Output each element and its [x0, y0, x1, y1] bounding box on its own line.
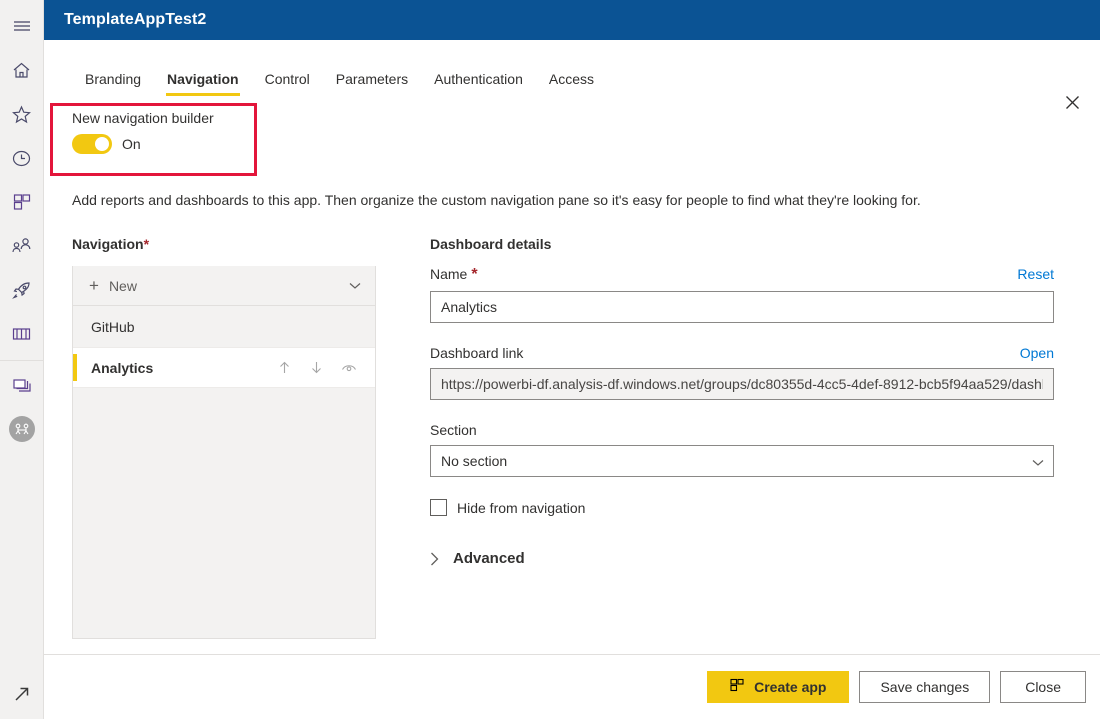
advanced-label: Advanced: [453, 550, 525, 567]
section-select-wrap: [430, 445, 1054, 477]
nav-list-item-label: Analytics: [91, 360, 153, 376]
tab-branding[interactable]: Branding: [72, 65, 154, 96]
sidebar-item-recent[interactable]: [0, 136, 44, 180]
name-label-row: Name * Reset: [430, 266, 1054, 284]
section-label: Section: [430, 422, 477, 438]
arrow-up-right-icon: [12, 684, 32, 709]
dashboard-link-field-group: Dashboard link Open: [430, 345, 1054, 400]
open-link[interactable]: Open: [1020, 345, 1054, 361]
section-field-group: Section: [430, 422, 1054, 477]
dialog-footer: Create app Save changes Close: [44, 654, 1100, 719]
app-titlebar: TemplateAppTest2: [44, 0, 1100, 40]
new-navigation-builder-block: New navigation builder On: [72, 110, 214, 154]
tab-control[interactable]: Control: [252, 65, 323, 96]
new-navigation-builder-row: On: [72, 134, 214, 154]
hide-eye-icon[interactable]: [341, 362, 357, 374]
nav-list-item-github[interactable]: GitHub: [73, 306, 375, 347]
close-dialog-button[interactable]: [1056, 88, 1088, 120]
hide-from-navigation-checkbox[interactable]: [430, 499, 447, 516]
nav-item-actions: [277, 360, 375, 375]
hide-from-navigation-label: Hide from navigation: [457, 500, 585, 516]
new-navigation-builder-toggle[interactable]: [72, 134, 112, 154]
clock-icon: [11, 148, 32, 169]
main-panel: TemplateAppTest2 Branding Navigation Con…: [44, 0, 1100, 719]
navigation-heading-text: Navigation: [72, 236, 144, 252]
sidebar-item-workspaces[interactable]: [0, 363, 44, 407]
page-title: TemplateAppTest2: [64, 11, 206, 29]
book-icon: [11, 325, 32, 343]
chevron-right-icon: [430, 552, 439, 566]
new-navigation-builder-label: New navigation builder: [72, 110, 214, 126]
workspaces-stack-icon: [11, 375, 33, 395]
toggle-state-label: On: [122, 136, 141, 152]
sidebar-item-apps[interactable]: [0, 180, 44, 224]
sidebar-item-favorites[interactable]: [0, 92, 44, 136]
people-icon: [11, 236, 33, 256]
section-label-row: Section: [430, 422, 1054, 438]
workspace-avatar-icon: [9, 416, 35, 442]
rocket-icon: [11, 280, 32, 301]
sidebar-item-learn[interactable]: [0, 312, 44, 356]
rail-divider: [0, 360, 44, 361]
dashboard-link-label: Dashboard link: [430, 345, 523, 361]
dashboard-link-input[interactable]: [430, 368, 1054, 400]
name-input[interactable]: [430, 291, 1054, 323]
hamburger-menu-button[interactable]: [0, 4, 44, 48]
navigation-column: Navigation* + New GitHub: [44, 236, 394, 719]
navigation-list-panel: + New GitHub Analytics: [72, 266, 376, 639]
home-icon: [11, 60, 32, 81]
create-app-button[interactable]: Create app: [707, 671, 849, 703]
move-up-icon[interactable]: [277, 360, 292, 375]
apps-grid-icon: [730, 678, 745, 696]
tab-navigation[interactable]: Navigation: [154, 65, 252, 96]
hamburger-icon: [12, 18, 32, 34]
rail-expand-button[interactable]: [0, 684, 44, 709]
tab-authentication[interactable]: Authentication: [421, 65, 536, 96]
save-changes-button[interactable]: Save changes: [859, 671, 990, 703]
navigation-heading: Navigation*: [72, 236, 394, 252]
sidebar-item-home[interactable]: [0, 48, 44, 92]
toggle-knob: [95, 137, 109, 151]
app-window: TemplateAppTest2 Branding Navigation Con…: [0, 0, 1100, 719]
name-label: Name: [430, 266, 467, 282]
left-nav-rail: [0, 0, 44, 719]
nav-list-item-analytics[interactable]: Analytics: [73, 347, 375, 388]
close-button[interactable]: Close: [1000, 671, 1086, 703]
details-heading: Dashboard details: [430, 236, 1054, 252]
content-columns: Navigation* + New GitHub: [44, 236, 1100, 719]
reset-link[interactable]: Reset: [1017, 266, 1054, 282]
chevron-down-icon[interactable]: [349, 282, 361, 290]
create-app-label: Create app: [754, 679, 826, 695]
tab-parameters[interactable]: Parameters: [323, 65, 421, 96]
tab-bar: Branding Navigation Control Parameters A…: [44, 50, 1100, 96]
intro-description: Add reports and dashboards to this app. …: [72, 192, 921, 208]
name-field-group: Name * Reset: [430, 266, 1054, 323]
apps-grid-icon: [12, 192, 32, 212]
sidebar-item-deployment-pipelines[interactable]: [0, 268, 44, 312]
dialog-body: Branding Navigation Control Parameters A…: [44, 40, 1100, 719]
navigation-required-mark: *: [144, 236, 149, 252]
name-required-mark: *: [471, 266, 477, 284]
nav-list-item-label: GitHub: [91, 319, 135, 335]
sidebar-item-shared[interactable]: [0, 224, 44, 268]
new-item-label: New: [109, 278, 137, 294]
details-column: Dashboard details Name * Reset Dashboard…: [394, 236, 1100, 719]
tab-access[interactable]: Access: [536, 65, 607, 96]
move-down-icon[interactable]: [309, 360, 324, 375]
close-icon: [1065, 95, 1080, 113]
plus-icon: +: [89, 277, 99, 294]
section-select[interactable]: [430, 445, 1054, 477]
advanced-section-toggle[interactable]: Advanced: [430, 550, 1054, 567]
dashboard-link-label-row: Dashboard link Open: [430, 345, 1054, 361]
new-item-button[interactable]: + New: [73, 266, 375, 306]
sidebar-item-current-workspace[interactable]: [0, 407, 44, 451]
hide-from-navigation-row[interactable]: Hide from navigation: [430, 499, 1054, 516]
star-icon: [11, 104, 32, 125]
